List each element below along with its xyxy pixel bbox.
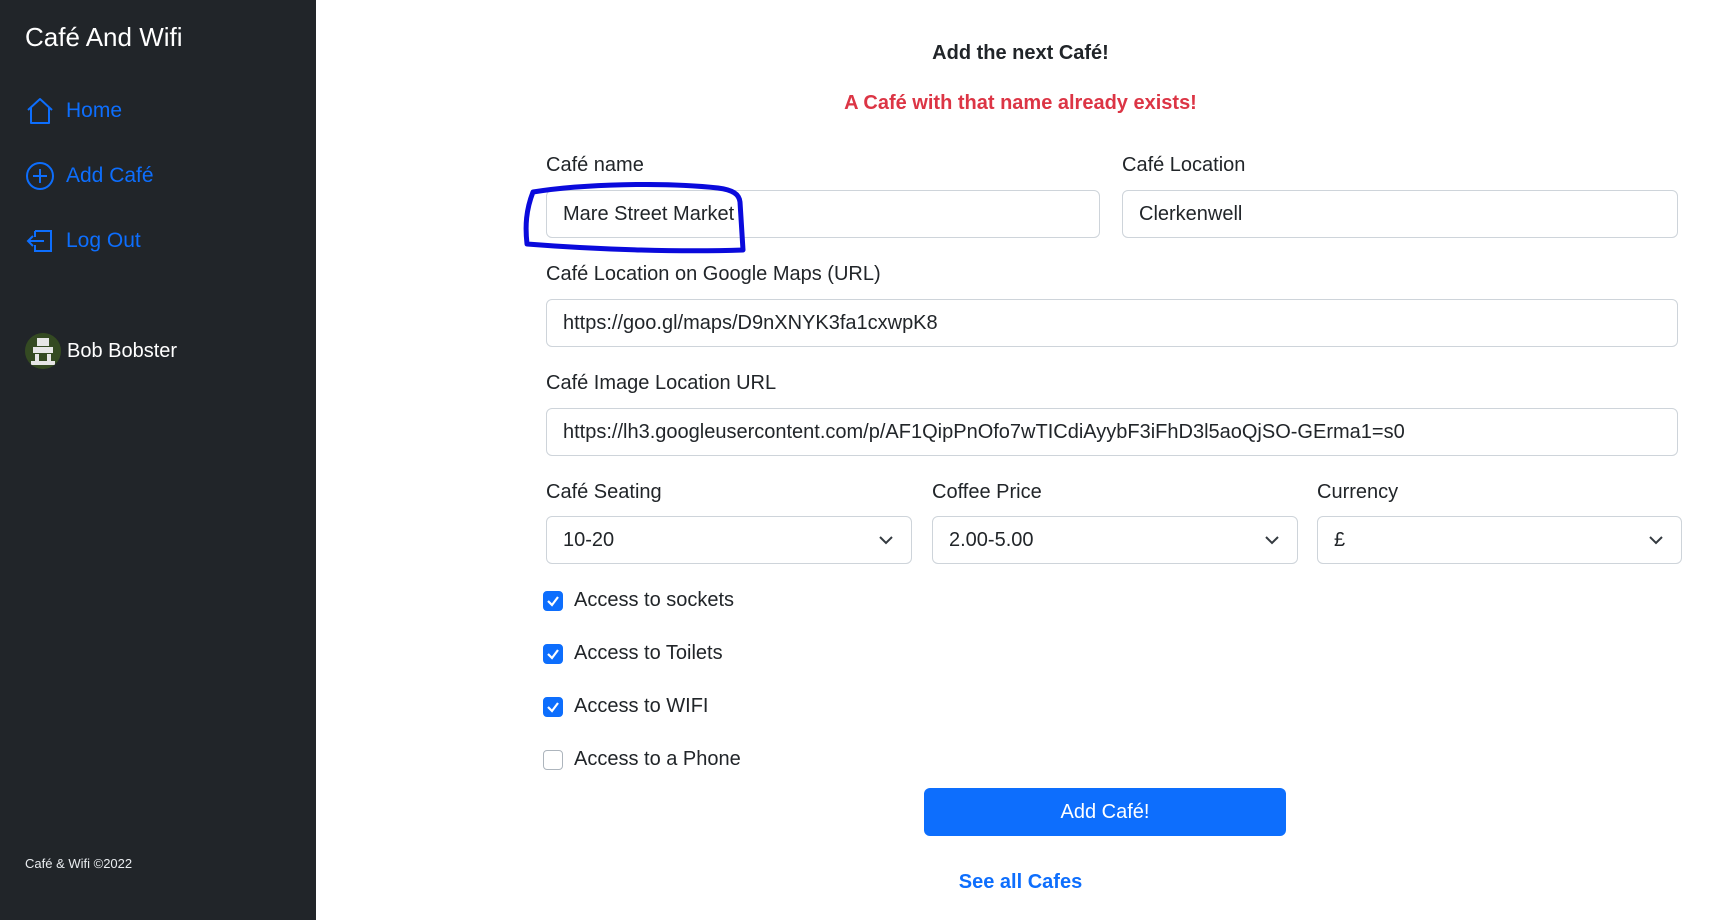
footer-copyright: Café & Wifi ©2022 — [25, 856, 133, 871]
checkbox-unchecked-icon[interactable] — [543, 749, 563, 770]
maps-url-label: Café Location on Google Maps (URL) — [546, 263, 881, 285]
user-profile[interactable]: Bob Bobster — [25, 333, 177, 369]
sidebar: Café And Wifi Home Add Café Log Out Bob … — [0, 0, 316, 920]
checkbox-checked-icon[interactable] — [543, 590, 563, 611]
currency-select[interactable]: £ — [1317, 516, 1682, 564]
image-url-label: Café Image Location URL — [546, 372, 777, 394]
username: Bob Bobster — [67, 339, 178, 362]
cafe-name-label: Café name — [546, 154, 644, 176]
chevron-down-icon — [879, 536, 893, 545]
brand-title: Café And Wifi — [25, 22, 183, 52]
checkbox-toilets-label: Access to Toilets — [574, 642, 723, 664]
nav-home-label: Home — [66, 99, 123, 122]
cafe-location-input[interactable]: Clerkenwell — [1122, 190, 1678, 238]
nav-add-cafe[interactable]: Add Café — [25, 161, 154, 191]
checkbox-sockets-label: Access to sockets — [574, 589, 735, 611]
seating-value: 10-20 — [563, 528, 615, 551]
checkbox-wifi-label: Access to WIFI — [574, 695, 709, 717]
seating-label: Café Seating — [546, 481, 662, 503]
currency-label: Currency — [1317, 481, 1399, 503]
image-url-input[interactable]: https://lh3.googleusercontent.com/p/AF1Q… — [546, 408, 1678, 456]
checkbox-checked-icon[interactable] — [543, 696, 563, 717]
currency-value: £ — [1334, 528, 1346, 551]
seating-select[interactable]: 10-20 — [546, 516, 912, 564]
maps-url-value: https://goo.gl/maps/D9nXNYK3fa1cxwpK8 — [563, 311, 938, 334]
house-icon — [25, 96, 55, 126]
main-content: Add the next Café! A Café with that name… — [316, 0, 1725, 920]
chevron-down-icon — [1649, 536, 1663, 545]
add-cafe-button[interactable]: Add Café! — [924, 788, 1286, 836]
logout-icon — [25, 226, 55, 256]
cafe-location-value: Clerkenwell — [1139, 202, 1243, 225]
avatar — [25, 333, 61, 369]
checkbox-phone[interactable]: Access to a Phone — [543, 748, 741, 771]
nav-log-out[interactable]: Log Out — [25, 226, 141, 256]
checkbox-phone-label: Access to a Phone — [574, 748, 741, 770]
error-message: A Café with that name already exists! — [844, 92, 1197, 114]
price-label: Coffee Price — [932, 481, 1042, 503]
image-url-value: https://lh3.googleusercontent.com/p/AF1Q… — [563, 420, 1405, 443]
price-select[interactable]: 2.00-5.00 — [932, 516, 1298, 564]
nav-home[interactable]: Home — [25, 96, 122, 126]
nav-log-out-label: Log Out — [66, 229, 141, 252]
checkbox-wifi[interactable]: Access to WIFI — [543, 695, 708, 718]
checkbox-checked-icon[interactable] — [543, 643, 563, 664]
nav-add-cafe-label: Add Café — [66, 164, 154, 187]
maps-url-input[interactable]: https://goo.gl/maps/D9nXNYK3fa1cxwpK8 — [546, 299, 1678, 347]
see-all-cafes-link[interactable]: See all Cafes — [316, 871, 1725, 894]
plus-circle-icon — [25, 161, 55, 191]
checkbox-toilets[interactable]: Access to Toilets — [543, 642, 723, 665]
price-value: 2.00-5.00 — [949, 528, 1034, 551]
cafe-location-label: Café Location — [1122, 154, 1246, 176]
chevron-down-icon — [1265, 536, 1279, 545]
page-title: Add the next Café! — [932, 42, 1109, 64]
checkbox-sockets[interactable]: Access to sockets — [543, 589, 734, 612]
annotation-highlight — [523, 182, 746, 254]
